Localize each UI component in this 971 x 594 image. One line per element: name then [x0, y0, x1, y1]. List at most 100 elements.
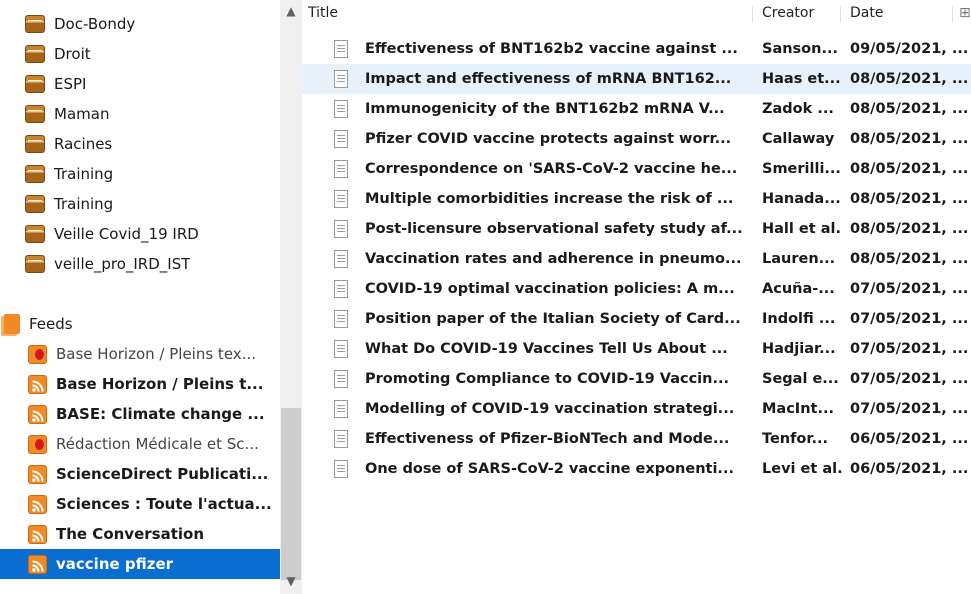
- document-icon: [334, 40, 348, 58]
- item-title: Multiple comorbidities increase the risk…: [365, 191, 734, 207]
- item-row[interactable]: Promoting Compliance to COVID-19 Vaccin.…: [302, 364, 971, 394]
- collection-item[interactable]: Droit: [0, 39, 280, 69]
- document-icon: [334, 430, 348, 448]
- item-row[interactable]: Post-licensure observational safety stud…: [302, 214, 971, 244]
- document-icon: [334, 190, 348, 208]
- column-divider[interactable]: [840, 6, 841, 22]
- item-row[interactable]: Vaccination rates and adherence in pneum…: [302, 244, 971, 274]
- feed-item[interactable]: BASE: Climate change ...: [0, 399, 280, 429]
- rss-icon: [28, 524, 47, 544]
- item-row[interactable]: Modelling of COVID-19 vaccination strate…: [302, 394, 971, 424]
- item-date: 08/05/2021, ...: [850, 131, 969, 147]
- item-date: 08/05/2021, ...: [850, 221, 969, 237]
- scroll-down-arrow-icon[interactable]: ▼: [280, 572, 302, 590]
- item-date: 07/05/2021, ...: [850, 311, 969, 327]
- item-row[interactable]: Effectiveness of BNT162b2 vaccine agains…: [302, 34, 971, 64]
- item-date: 06/05/2021, ...: [850, 461, 969, 477]
- rss-icon: [28, 374, 47, 394]
- item-row[interactable]: Correspondence on 'SARS-CoV-2 vaccine he…: [302, 154, 971, 184]
- item-date: 07/05/2021, ...: [850, 281, 969, 297]
- document-icon: [334, 400, 348, 418]
- collection-label: Training: [54, 165, 114, 183]
- document-icon: [334, 310, 348, 328]
- collection-icon: [25, 105, 45, 123]
- collection-item[interactable]: Racines: [0, 129, 280, 159]
- collection-icon: [25, 165, 45, 183]
- item-title: Immunogenicity of the BNT162b2 mRNA V...: [365, 101, 725, 117]
- collection-label: Racines: [54, 135, 113, 153]
- feed-label: Base Horizon / Pleins tex...: [56, 345, 256, 363]
- feed-item[interactable]: Sciences : Toute l'actua...: [0, 489, 280, 519]
- column-header-date[interactable]: Date: [850, 0, 883, 26]
- item-date: 06/05/2021, ...: [850, 431, 969, 447]
- feed-item[interactable]: Base Horizon / Pleins tex...: [0, 339, 280, 369]
- collection-icon: [25, 225, 45, 243]
- document-icon: [334, 220, 348, 238]
- item-row[interactable]: Position paper of the Italian Society of…: [302, 304, 971, 334]
- left-pane-scrollbar[interactable]: ▲ ▼: [280, 0, 302, 594]
- collections-pane: Doc-Bondy Droit ESPI Maman Racines Training Tr…: [0, 0, 280, 594]
- item-title: Pfizer COVID vaccine protects against wo…: [365, 131, 732, 147]
- item-creator: Acuña-...: [762, 281, 835, 297]
- item-row[interactable]: What Do COVID-19 Vaccines Tell Us About …: [302, 334, 971, 364]
- feeds-header[interactable]: Feeds: [0, 309, 280, 339]
- item-title: Vaccination rates and adherence in pneum…: [365, 251, 742, 267]
- item-creator: Levi et al.: [762, 461, 843, 477]
- rss-error-icon: [28, 344, 47, 364]
- collection-icon: [25, 255, 45, 273]
- collection-icon: [25, 195, 45, 213]
- item-title: Correspondence on 'SARS-CoV-2 vaccine he…: [365, 161, 738, 177]
- item-row[interactable]: COVID-19 optimal vaccination policies: A…: [302, 274, 971, 304]
- feed-label: Base Horizon / Pleins t...: [56, 375, 264, 393]
- column-header-title[interactable]: Title: [308, 0, 338, 26]
- feed-item[interactable]: Base Horizon / Pleins t...: [0, 369, 280, 399]
- column-divider[interactable]: [752, 6, 753, 22]
- item-row[interactable]: Immunogenicity of the BNT162b2 mRNA V...…: [302, 94, 971, 124]
- item-creator: Callaway: [762, 131, 835, 147]
- item-row[interactable]: Pfizer COVID vaccine protects against wo…: [302, 124, 971, 154]
- collection-label: Veille Covid_19 IRD: [54, 225, 199, 243]
- collection-item[interactable]: Doc-Bondy: [0, 9, 280, 39]
- collection-label: Droit: [54, 45, 91, 63]
- scrollbar-thumb[interactable]: [281, 408, 301, 580]
- feeds-header-label: Feeds: [29, 315, 73, 333]
- document-icon: [334, 370, 348, 388]
- collection-item[interactable]: Veille Covid_19 IRD: [0, 219, 280, 249]
- column-picker-icon[interactable]: ⊞: [959, 0, 971, 26]
- feed-item[interactable]: Rédaction Médicale et Sc...: [0, 429, 280, 459]
- collection-icon: [25, 45, 45, 63]
- collection-label: Doc-Bondy: [54, 15, 136, 33]
- collection-item[interactable]: veille_pro_IRD_IST: [0, 249, 280, 279]
- item-title: What Do COVID-19 Vaccines Tell Us About …: [365, 341, 728, 357]
- rss-icon: [28, 554, 47, 574]
- feeds-library-icon: [4, 314, 20, 334]
- collection-icon: [25, 75, 45, 93]
- item-title: Effectiveness of BNT162b2 vaccine agains…: [365, 41, 738, 57]
- feed-item[interactable]: ScienceDirect Publicati...: [0, 459, 280, 489]
- column-header-creator[interactable]: Creator: [762, 0, 814, 26]
- feed-label: Sciences : Toute l'actua...: [56, 495, 272, 513]
- document-icon: [334, 280, 348, 298]
- item-date: 07/05/2021, ...: [850, 341, 969, 357]
- item-date: 08/05/2021, ...: [850, 101, 969, 117]
- item-row[interactable]: Impact and effectiveness of mRNA BNT162.…: [302, 64, 971, 94]
- item-date: 07/05/2021, ...: [850, 371, 969, 387]
- scroll-up-arrow-icon[interactable]: ▲: [280, 2, 302, 20]
- rss-icon: [28, 494, 47, 514]
- document-icon: [334, 70, 348, 88]
- collection-item[interactable]: Maman: [0, 99, 280, 129]
- rss-icon: [28, 464, 47, 484]
- document-icon: [334, 130, 348, 148]
- feed-item[interactable]: vaccine pfizer: [0, 549, 280, 579]
- collection-item[interactable]: Training: [0, 159, 280, 189]
- item-title: Modelling of COVID-19 vaccination strate…: [365, 401, 735, 417]
- column-divider[interactable]: [952, 6, 953, 22]
- item-row[interactable]: Effectiveness of Pfizer-BioNTech and Mod…: [302, 424, 971, 454]
- item-row[interactable]: One dose of SARS-CoV-2 vaccine exponenti…: [302, 454, 971, 484]
- collection-item[interactable]: ESPI: [0, 69, 280, 99]
- item-creator: Sanson...: [762, 41, 838, 57]
- feed-item[interactable]: The Conversation: [0, 519, 280, 549]
- item-date: 09/05/2021, ...: [850, 41, 969, 57]
- item-row[interactable]: Multiple comorbidities increase the risk…: [302, 184, 971, 214]
- collection-item[interactable]: Training: [0, 189, 280, 219]
